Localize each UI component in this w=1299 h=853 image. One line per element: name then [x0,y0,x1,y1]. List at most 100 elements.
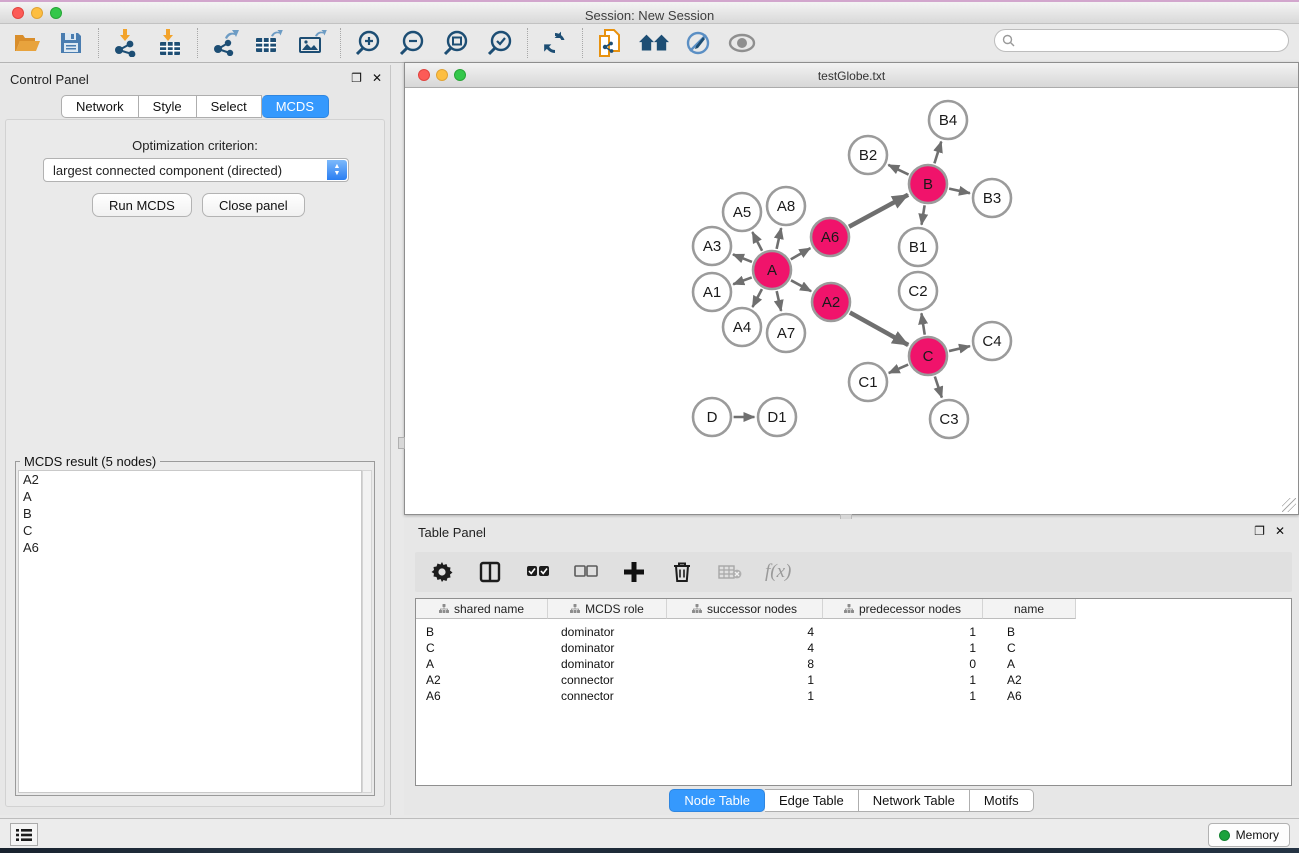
ndex-export-button[interactable] [595,28,625,58]
table-cell[interactable]: 8 [667,656,823,672]
refresh-network-button[interactable] [540,28,570,58]
float-panel-icon[interactable]: ❐ [1254,524,1265,538]
node-label-A5: A5 [733,204,751,221]
export-network-button[interactable] [210,28,240,58]
select-stepper-icon: ▲▼ [327,160,347,180]
show-columns-icon[interactable] [477,559,503,585]
result-item[interactable]: A6 [19,539,361,556]
tab-edge-table[interactable]: Edge Table [765,789,859,812]
table-cell[interactable]: 0 [823,656,983,672]
table-cell[interactable]: 1 [667,688,823,704]
node-label-D1: D1 [767,409,786,426]
edge-B-B3 [949,189,970,194]
node-table[interactable]: shared nameMCDS rolesuccessor nodesprede… [415,598,1292,786]
tab-mcds[interactable]: MCDS [262,95,329,118]
save-session-button[interactable] [56,28,86,58]
memory-button[interactable]: Memory [1208,823,1290,847]
result-item[interactable]: A2 [19,471,361,488]
column-header-shared-name[interactable]: shared name [416,599,548,619]
table-cell[interactable]: 1 [823,672,983,688]
edge-A-A2 [791,280,811,291]
result-item[interactable]: A [19,488,361,505]
result-item[interactable]: B [19,505,361,522]
tab-network-table[interactable]: Network Table [859,789,970,812]
close-panel-icon[interactable]: ✕ [372,71,382,85]
vizmapper-icon[interactable] [683,28,713,58]
table-cell[interactable]: 4 [667,640,823,656]
deselect-all-icon[interactable] [573,559,599,585]
table-cell[interactable]: dominator [548,656,667,672]
window-resize-grip[interactable] [1282,498,1296,512]
node-label-B1: B1 [909,239,927,256]
table-cell[interactable]: B [983,624,1076,640]
column-type-icon [844,604,854,613]
add-column-icon[interactable] [621,559,647,585]
delete-column-trash-icon[interactable] [669,559,695,585]
node-label-D: D [707,409,718,426]
table-cell[interactable]: connector [548,688,667,704]
table-cell[interactable]: A6 [416,688,548,704]
import-network-button[interactable] [111,28,141,58]
table-cell[interactable]: 1 [823,624,983,640]
zoom-in-button[interactable] [353,28,383,58]
node-label-A: A [767,262,777,279]
tab-network[interactable]: Network [61,95,139,118]
select-all-icon[interactable] [525,559,551,585]
tab-node-table[interactable]: Node Table [669,789,765,812]
application-window: Session: New Session [0,0,1299,853]
table-cell[interactable]: A2 [416,672,548,688]
export-table-button[interactable] [254,28,284,58]
zoom-selected-button[interactable] [485,28,515,58]
tab-select[interactable]: Select [197,95,262,118]
open-session-button[interactable] [12,28,42,58]
table-cell[interactable]: connector [548,672,667,688]
table-cell[interactable]: B [416,624,548,640]
close-panel-icon[interactable]: ✕ [1275,524,1285,538]
column-header-successor-nodes[interactable]: successor nodes [667,599,823,619]
home-icon[interactable] [639,28,669,58]
edge-B-B1 [922,205,925,224]
table-cell[interactable]: 1 [667,672,823,688]
table-cell[interactable]: dominator [548,640,667,656]
column-header-MCDS-role[interactable]: MCDS role [548,599,667,619]
result-item[interactable]: C [19,522,361,539]
task-history-button[interactable] [10,823,38,846]
main-titlebar: Session: New Session [0,2,1299,24]
tab-motifs[interactable]: Motifs [970,789,1034,812]
run-mcds-button[interactable]: Run MCDS [92,193,192,217]
delete-table-icon [717,559,743,585]
network-graph: AA1A2A3A4A5A6A7A8BB1B2B3B4CC1C2C3C4DD1 [406,89,1299,515]
optimization-criterion-select[interactable]: largest connected component (directed) ▲… [43,158,349,182]
table-cell[interactable]: A6 [983,688,1076,704]
node-label-A7: A7 [777,325,795,342]
table-cell[interactable]: 1 [823,640,983,656]
search-input[interactable] [994,29,1289,52]
control-panel-tabs: NetworkStyleSelectMCDS [0,95,390,118]
table-tabs: Node TableEdge TableNetwork TableMotifs [404,789,1299,812]
table-cell[interactable]: A [416,656,548,672]
export-image-button[interactable] [298,28,328,58]
splitter-handle[interactable] [398,437,405,449]
close-panel-button[interactable]: Close panel [202,193,305,217]
edge-A-A5 [752,232,762,251]
table-cell[interactable]: C [416,640,548,656]
result-scrollbar[interactable] [362,470,372,793]
search-icon [1002,34,1015,47]
table-cell[interactable]: C [983,640,1076,656]
network-canvas[interactable]: AA1A2A3A4A5A6A7A8BB1B2B3B4CC1C2C3C4DD1 [406,89,1297,513]
table-cell[interactable]: 4 [667,624,823,640]
selected-option: largest connected component (directed) [53,163,282,178]
zoom-fit-button[interactable] [441,28,471,58]
table-settings-gear-icon[interactable] [429,559,455,585]
table-cell[interactable]: A2 [983,672,1076,688]
column-header-predecessor-nodes[interactable]: predecessor nodes [823,599,983,619]
eye-icon[interactable] [727,28,757,58]
column-header-name[interactable]: name [983,599,1076,619]
table-cell[interactable]: A [983,656,1076,672]
float-panel-icon[interactable]: ❐ [351,71,362,85]
zoom-out-button[interactable] [397,28,427,58]
table-cell[interactable]: 1 [823,688,983,704]
tab-style[interactable]: Style [139,95,197,118]
import-table-button[interactable] [155,28,185,58]
table-cell[interactable]: dominator [548,624,667,640]
